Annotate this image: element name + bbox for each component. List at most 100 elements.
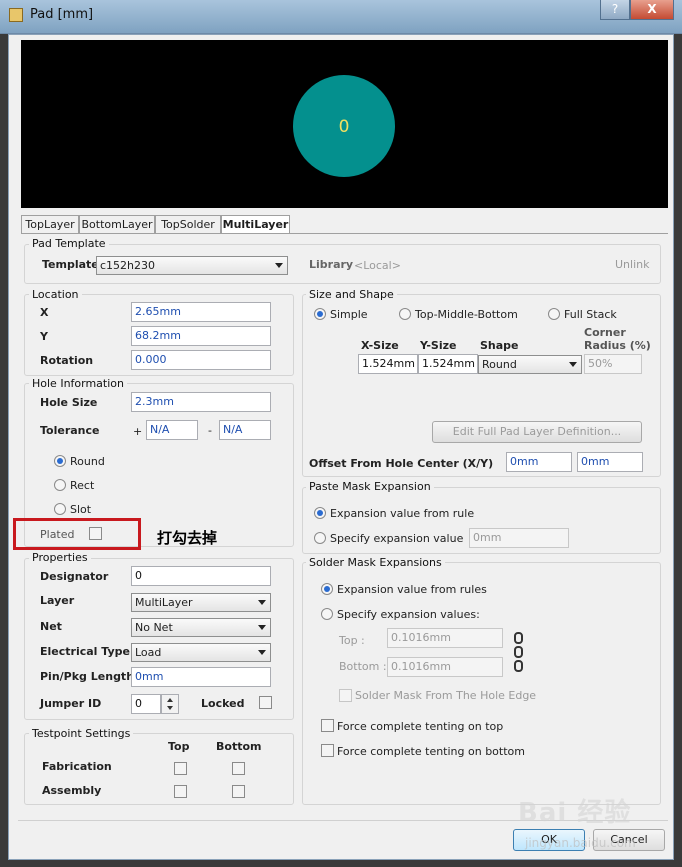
- hole-size-label: Hole Size: [40, 396, 98, 409]
- template-select[interactable]: c152h230: [96, 256, 288, 275]
- layer-label: Layer: [40, 594, 75, 607]
- template-label: Template: [42, 258, 99, 271]
- tolerance-plus-input[interactable]: N/A: [146, 420, 198, 440]
- pad-shape: 0: [293, 75, 395, 177]
- annotation-note: 打勾去掉: [157, 529, 218, 547]
- paste-specify-radio[interactable]: [314, 532, 326, 544]
- electrical-type-label: Electrical Type: [40, 645, 130, 658]
- testpoint-top-header: Top: [168, 740, 190, 753]
- simple-label: Simple: [330, 308, 368, 321]
- layer-select[interactable]: MultiLayer: [131, 593, 271, 612]
- hole-edge-checkbox[interactable]: [339, 689, 352, 702]
- assembly-bottom-checkbox[interactable]: [232, 785, 245, 798]
- y-size-header: Y-Size: [420, 339, 457, 352]
- pad-template-title: Pad Template: [29, 237, 109, 250]
- designator-input[interactable]: 0: [131, 566, 271, 586]
- fabrication-bottom-checkbox[interactable]: [232, 762, 245, 775]
- library-value: <Local>: [354, 259, 401, 272]
- paste-mask-title: Paste Mask Expansion: [306, 480, 434, 493]
- spin-down-icon[interactable]: [167, 706, 173, 710]
- hole-slot-radio[interactable]: [54, 503, 66, 515]
- net-value: No Net: [135, 621, 173, 634]
- hole-edge-label: Solder Mask From The Hole Edge: [355, 689, 537, 702]
- template-value: c152h230: [100, 259, 156, 272]
- solder-top-input[interactable]: 0.1016mm: [387, 628, 503, 648]
- location-title: Location: [29, 288, 82, 301]
- paste-rule-radio[interactable]: [314, 507, 326, 519]
- tent-top-checkbox[interactable]: [321, 719, 334, 732]
- tolerance-minus-input[interactable]: N/A: [219, 420, 271, 440]
- chevron-down-icon: [258, 650, 266, 655]
- solder-bottom-input[interactable]: 0.1016mm: [387, 657, 503, 677]
- rotation-input[interactable]: 0.000: [131, 350, 271, 370]
- chevron-down-icon: [258, 600, 266, 605]
- tolerance-plus-sign: +: [133, 425, 143, 438]
- x-input[interactable]: 2.65mm: [131, 302, 271, 322]
- hole-size-input[interactable]: 2.3mm: [131, 392, 271, 412]
- corner-header-line2: Radius (%): [584, 339, 651, 352]
- net-label: Net: [40, 620, 62, 633]
- tolerance-label: Tolerance: [40, 424, 100, 437]
- close-button[interactable]: X: [630, 0, 674, 20]
- electrical-type-select[interactable]: Load: [131, 643, 271, 662]
- locked-checkbox[interactable]: [259, 696, 272, 709]
- paste-rule-label: Expansion value from rule: [330, 507, 475, 520]
- tab-toplayer[interactable]: TopLayer: [21, 215, 79, 234]
- rotation-label: Rotation: [40, 354, 94, 367]
- fabrication-top-checkbox[interactable]: [174, 762, 187, 775]
- y-input[interactable]: 68.2mm: [131, 326, 271, 346]
- layer-value: MultiLayer: [135, 596, 193, 609]
- corner-radius-input[interactable]: 50%: [584, 354, 642, 374]
- hole-rect-label: Rect: [70, 479, 95, 492]
- solder-rules-radio[interactable]: [321, 583, 333, 595]
- tab-topsolder[interactable]: TopSolder: [155, 215, 221, 234]
- testpoint-bottom-header: Bottom: [216, 740, 262, 753]
- x-label: X: [40, 306, 49, 319]
- net-select[interactable]: No Net: [131, 618, 271, 637]
- hole-rect-radio[interactable]: [54, 479, 66, 491]
- link-chain-icon[interactable]: [513, 632, 525, 674]
- pad-designator-label: 0: [338, 117, 350, 137]
- jumper-id-label: Jumper ID: [40, 697, 102, 710]
- simple-radio[interactable]: [314, 308, 326, 320]
- help-button[interactable]: ?: [600, 0, 630, 20]
- solder-specify-label: Specify expansion values:: [337, 608, 480, 621]
- offset-label: Offset From Hole Center (X/Y): [309, 457, 494, 470]
- library-label: Library: [309, 258, 354, 271]
- full-stack-label: Full Stack: [564, 308, 617, 321]
- solder-mask-title: Solder Mask Expansions: [306, 556, 445, 569]
- jumper-id-input[interactable]: 0: [131, 694, 161, 714]
- x-size-input[interactable]: 1.524mm: [358, 354, 418, 374]
- size-shape-title: Size and Shape: [306, 288, 397, 301]
- solder-specify-radio[interactable]: [321, 608, 333, 620]
- top-middle-bottom-radio[interactable]: [399, 308, 411, 320]
- full-stack-radio[interactable]: [548, 308, 560, 320]
- solder-bottom-label: Bottom :: [339, 660, 387, 673]
- y-size-input[interactable]: 1.524mm: [418, 354, 478, 374]
- tent-bottom-checkbox[interactable]: [321, 744, 334, 757]
- watermark-url: jingyan.baidu.com: [525, 836, 636, 850]
- designator-label: Designator: [40, 570, 109, 583]
- shape-header: Shape: [480, 339, 519, 352]
- pad-shape-select[interactable]: Round: [478, 355, 582, 374]
- assembly-top-checkbox[interactable]: [174, 785, 187, 798]
- paste-value-input[interactable]: 0mm: [469, 528, 569, 548]
- edit-full-pad-layer-button[interactable]: Edit Full Pad Layer Definition...: [432, 421, 642, 443]
- spin-up-icon[interactable]: [167, 698, 173, 702]
- hole-round-radio[interactable]: [54, 455, 66, 467]
- tab-bottomlayer[interactable]: BottomLayer: [79, 215, 155, 234]
- hole-slot-label: Slot: [70, 503, 92, 516]
- top-middle-bottom-label: Top-Middle-Bottom: [415, 308, 518, 321]
- size-shape-group: [302, 294, 661, 477]
- unlink-button[interactable]: Unlink: [615, 258, 649, 271]
- hole-title: Hole Information: [29, 377, 127, 390]
- jumper-id-spinner[interactable]: [161, 694, 179, 714]
- annotation-highlight-box: [13, 518, 141, 550]
- offset-x-input[interactable]: 0mm: [506, 452, 572, 472]
- properties-title: Properties: [29, 551, 91, 564]
- fabrication-label: Fabrication: [42, 760, 112, 773]
- offset-y-input[interactable]: 0mm: [577, 452, 643, 472]
- tab-divider: [21, 233, 668, 234]
- pin-pkg-length-input[interactable]: 0mm: [131, 667, 271, 687]
- tab-multilayer[interactable]: MultiLayer: [221, 215, 290, 234]
